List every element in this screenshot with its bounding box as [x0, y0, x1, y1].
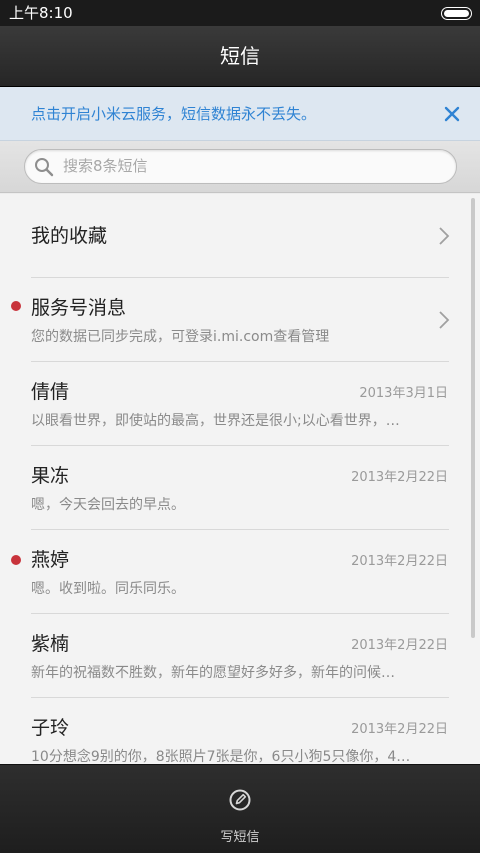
search-input[interactable]: 搜索8条短信 [24, 149, 457, 184]
favorites-title: 我的收藏 [31, 225, 108, 247]
message-preview: 嗯，今天会回去的早点。 [31, 497, 185, 513]
compose-button[interactable]: 写短信 [190, 765, 290, 853]
battery-icon [441, 7, 472, 20]
message-preview: 新年的祝福数不胜数，新年的愿望好多好多，新年的问候… [31, 665, 395, 681]
conversation-list[interactable]: 我的收藏 服务号消息 您的数据已同步完成，可登录i.mi.com查看管理 倩倩 … [0, 194, 480, 764]
contact-name: 子玲 [31, 717, 70, 739]
message-preview: 以眼看世界，即使站的最高，世界还是很小;以心看世界，… [31, 413, 400, 429]
contact-name: 燕婷 [31, 549, 70, 571]
chevron-right-icon [438, 226, 450, 246]
contact-name: 紫楠 [31, 633, 70, 655]
chevron-right-icon [438, 310, 450, 330]
conversation-item[interactable]: 紫楠 2013年2月22日 新年的祝福数不胜数，新年的愿望好多好多，新年的问候… [0, 614, 480, 698]
contact-name: 倩倩 [31, 381, 70, 403]
message-date: 2013年3月1日 [359, 386, 448, 401]
close-icon[interactable] [438, 100, 466, 128]
compose-label: 写短信 [220, 830, 260, 845]
conversation-item[interactable]: 子玲 2013年2月22日 10分想念9别的你，8张照片7张是你，6只小狗5只像… [0, 698, 480, 764]
compose-icon [228, 788, 252, 812]
conversation-item[interactable]: 燕婷 2013年2月22日 嗯。收到啦。同乐同乐。 [0, 530, 480, 614]
search-icon [34, 157, 54, 177]
conversation-item[interactable]: 果冻 2013年2月22日 嗯，今天会回去的早点。 [0, 446, 480, 530]
conversation-item[interactable]: 倩倩 2013年3月1日 以眼看世界，即使站的最高，世界还是很小;以心看世界，… [0, 362, 480, 446]
message-date: 2013年2月22日 [351, 638, 448, 653]
message-date: 2013年2月22日 [351, 554, 448, 569]
status-time: 上午8:10 [9, 4, 73, 22]
unread-dot [11, 555, 21, 565]
search-placeholder: 搜索8条短信 [63, 157, 148, 175]
message-preview: 嗯。收到啦。同乐同乐。 [31, 581, 185, 597]
message-date: 2013年2月22日 [351, 470, 448, 485]
bottom-toolbar: 写短信 [0, 764, 480, 853]
unread-dot [11, 301, 21, 311]
message-date: 2013年2月22日 [351, 722, 448, 737]
favorites-item[interactable]: 我的收藏 [0, 194, 480, 278]
title-bar: 短信 [0, 26, 480, 86]
message-preview: 10分想念9别的你，8张照片7张是你，6只小狗5只像你，4… [31, 749, 411, 764]
cloud-service-banner[interactable]: 点击开启小米云服务，短信数据永不丢失。 [0, 87, 480, 141]
service-preview: 您的数据已同步完成，可登录i.mi.com查看管理 [31, 329, 330, 345]
contact-name: 果冻 [31, 465, 70, 487]
service-title: 服务号消息 [31, 297, 127, 319]
page-title: 短信 [220, 44, 260, 68]
search-area: 搜索8条短信 [0, 141, 480, 193]
service-messages-item[interactable]: 服务号消息 您的数据已同步完成，可登录i.mi.com查看管理 [0, 278, 480, 362]
banner-text[interactable]: 点击开启小米云服务，短信数据永不丢失。 [31, 87, 316, 141]
status-bar: 上午8:10 [0, 0, 480, 26]
